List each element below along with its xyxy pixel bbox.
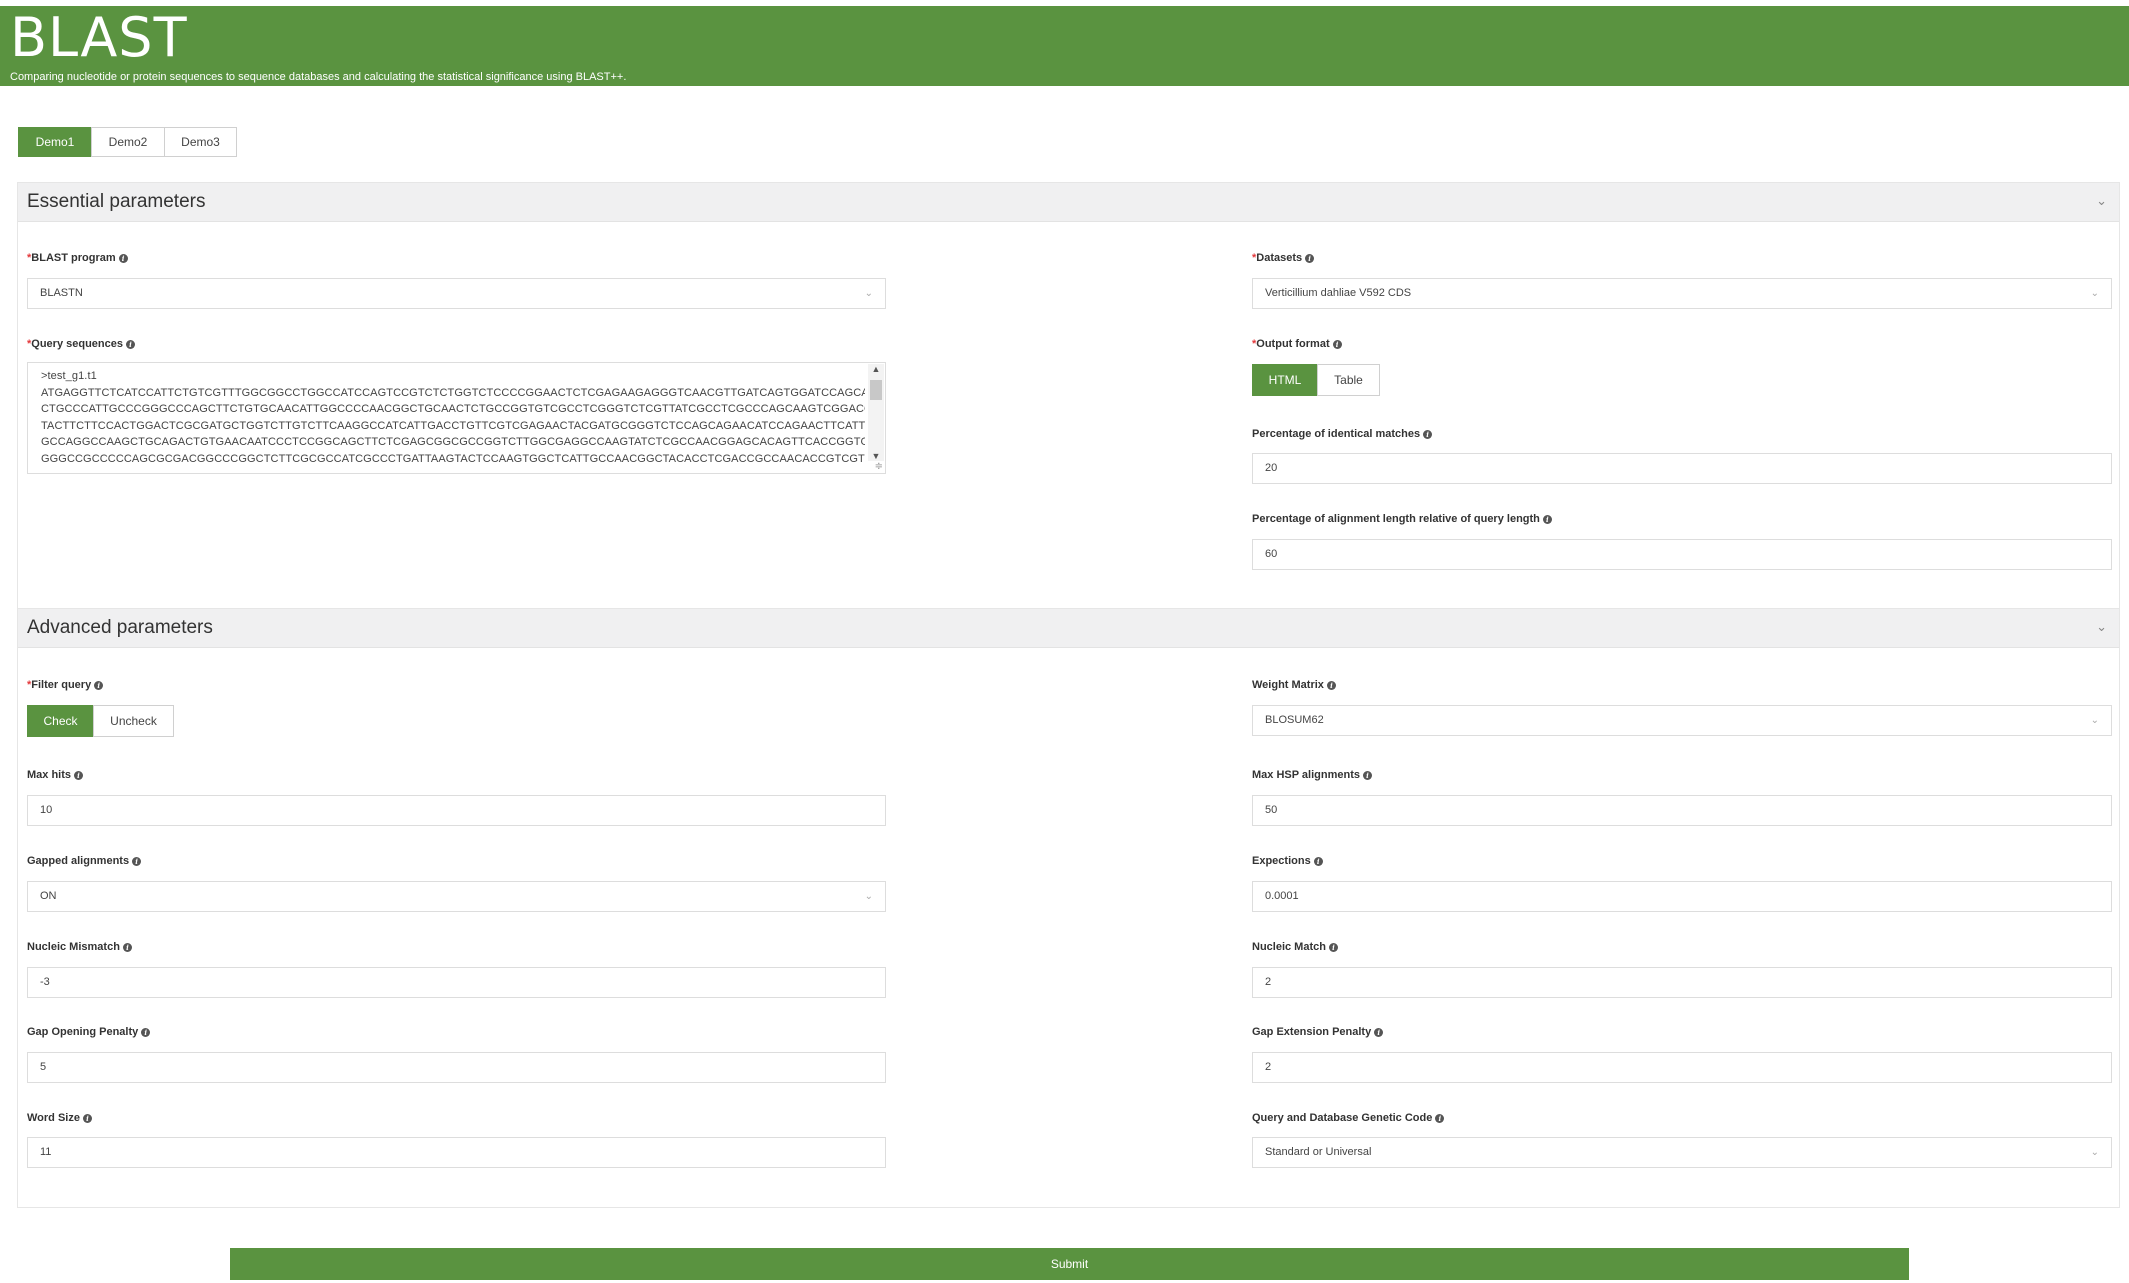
word-size-input[interactable]: 11 [27, 1137, 886, 1168]
info-icon: i [141, 1028, 151, 1037]
genetic-code-label: Query and Database Genetic Code i [1252, 1111, 1445, 1125]
max-hsp-input[interactable]: 50 [1252, 795, 2112, 826]
app-subtitle: Comparing nucleotide or protein sequence… [10, 71, 627, 83]
nucleic-match-input[interactable]: 2 [1252, 967, 2112, 998]
textarea-scrollbar[interactable]: ▲ ▼ [868, 364, 884, 461]
query-sequences-textarea[interactable]: >test_g1.t1 ATGAGGTTCTCATCCATTCTGTCGTTTG… [27, 362, 886, 474]
gap-opening-input[interactable]: 5 [27, 1052, 886, 1083]
genetic-code-select[interactable]: Standard or Universal ⌄ [1252, 1137, 2112, 1168]
essential-parameters-header[interactable]: Essential parameters ⌄ [18, 183, 2119, 222]
chevron-down-icon: ⌄ [2090, 1147, 2099, 1158]
max-hits-label: Max hits i [27, 768, 84, 782]
filter-uncheck-button[interactable]: Uncheck [93, 705, 174, 737]
weight-matrix-label: Weight Matrix i [1252, 678, 1336, 692]
info-icon: i [1332, 340, 1342, 349]
info-icon: i [118, 254, 128, 263]
chevron-down-icon[interactable]: ⌄ [2096, 193, 2107, 209]
nucleic-mismatch-label: Nucleic Mismatch i [27, 940, 132, 954]
gap-extension-label: Gap Extension Penalty i [1252, 1025, 1384, 1039]
info-icon: i [1328, 943, 1338, 952]
blast-program-label: *BLAST program i [27, 251, 128, 265]
info-icon: i [82, 1114, 92, 1123]
query-sequences-text: >test_g1.t1 ATGAGGTTCTCATCCATTCTGTCGTTTG… [41, 370, 865, 465]
info-icon: i [1363, 771, 1372, 780]
query-sequences-label: *Query sequences i [27, 337, 135, 351]
info-icon: i [1542, 515, 1552, 524]
info-icon: i [1313, 857, 1323, 866]
scroll-up-icon[interactable]: ▲ [868, 364, 884, 374]
pct-identical-label: Percentage of identical matches i [1252, 427, 1433, 441]
submit-button[interactable]: Submit [230, 1248, 1909, 1280]
info-icon: i [126, 340, 135, 349]
gapped-alignments-select[interactable]: ON ⌄ [27, 881, 886, 912]
gap-extension-input[interactable]: 2 [1252, 1052, 2112, 1083]
scroll-thumb[interactable] [870, 380, 882, 400]
max-hits-input[interactable]: 10 [27, 795, 886, 826]
chevron-down-icon[interactable]: ⌄ [2096, 619, 2107, 635]
info-icon: i [1305, 254, 1315, 263]
nucleic-mismatch-input[interactable]: -3 [27, 967, 886, 998]
expections-input[interactable]: 0.0001 [1252, 881, 2112, 912]
info-icon: i [74, 771, 84, 780]
output-format-toggle: HTML Table [1252, 364, 1380, 396]
demo-tabs: Demo1 Demo2 Demo3 [18, 127, 237, 157]
datasets-select[interactable]: Verticillium dahliae V592 CDS ⌄ [1252, 278, 2112, 309]
max-hsp-label: Max HSP alignments i [1252, 768, 1372, 782]
info-icon: i [122, 943, 132, 952]
gap-opening-label: Gap Opening Penalty i [27, 1025, 151, 1039]
chevron-down-icon: ⌄ [2090, 715, 2099, 726]
pct-identical-input[interactable]: 20 [1252, 453, 2112, 484]
word-size-label: Word Size i [27, 1111, 92, 1125]
advanced-parameters-title: Advanced parameters [27, 617, 213, 638]
blast-program-select[interactable]: BLASTN ⌄ [27, 278, 886, 309]
weight-matrix-select[interactable]: BLOSUM62 ⌄ [1252, 705, 2112, 736]
datasets-label: *Datasets i [1252, 251, 1315, 265]
output-table-button[interactable]: Table [1317, 364, 1380, 396]
app-header: BLAST Comparing nucleotide or protein se… [0, 6, 2129, 86]
info-icon: i [1374, 1028, 1384, 1037]
output-format-label: *Output format i [1252, 337, 1342, 351]
chevron-down-icon: ⌄ [864, 891, 873, 902]
chevron-down-icon: ⌄ [864, 288, 873, 299]
pct-alignment-input[interactable]: 60 [1252, 539, 2112, 570]
tab-demo2[interactable]: Demo2 [91, 127, 165, 157]
info-icon: i [132, 857, 142, 866]
resize-grip-icon[interactable]: ≑ [875, 462, 883, 472]
gapped-alignments-label: Gapped alignments i [27, 854, 142, 868]
advanced-parameters-header[interactable]: Advanced parameters ⌄ [18, 609, 2119, 648]
scroll-down-icon[interactable]: ▼ [868, 451, 884, 461]
info-icon: i [1435, 1114, 1445, 1123]
chevron-down-icon: ⌄ [2090, 288, 2099, 299]
app-title: BLAST [10, 6, 188, 69]
info-icon: i [1326, 681, 1336, 690]
info-icon: i [1423, 430, 1433, 439]
output-html-button[interactable]: HTML [1252, 364, 1318, 396]
filter-check-button[interactable]: Check [27, 705, 94, 737]
filter-query-toggle: Check Uncheck [27, 705, 174, 737]
nucleic-match-label: Nucleic Match i [1252, 940, 1338, 954]
essential-parameters-title: Essential parameters [27, 191, 206, 212]
filter-query-label: *Filter query i [27, 678, 104, 692]
tab-demo1[interactable]: Demo1 [18, 127, 92, 157]
tab-demo3[interactable]: Demo3 [164, 127, 237, 157]
info-icon: i [94, 681, 104, 690]
pct-alignment-label: Percentage of alignment length relative … [1252, 512, 1552, 526]
expections-label: Expections i [1252, 854, 1323, 868]
